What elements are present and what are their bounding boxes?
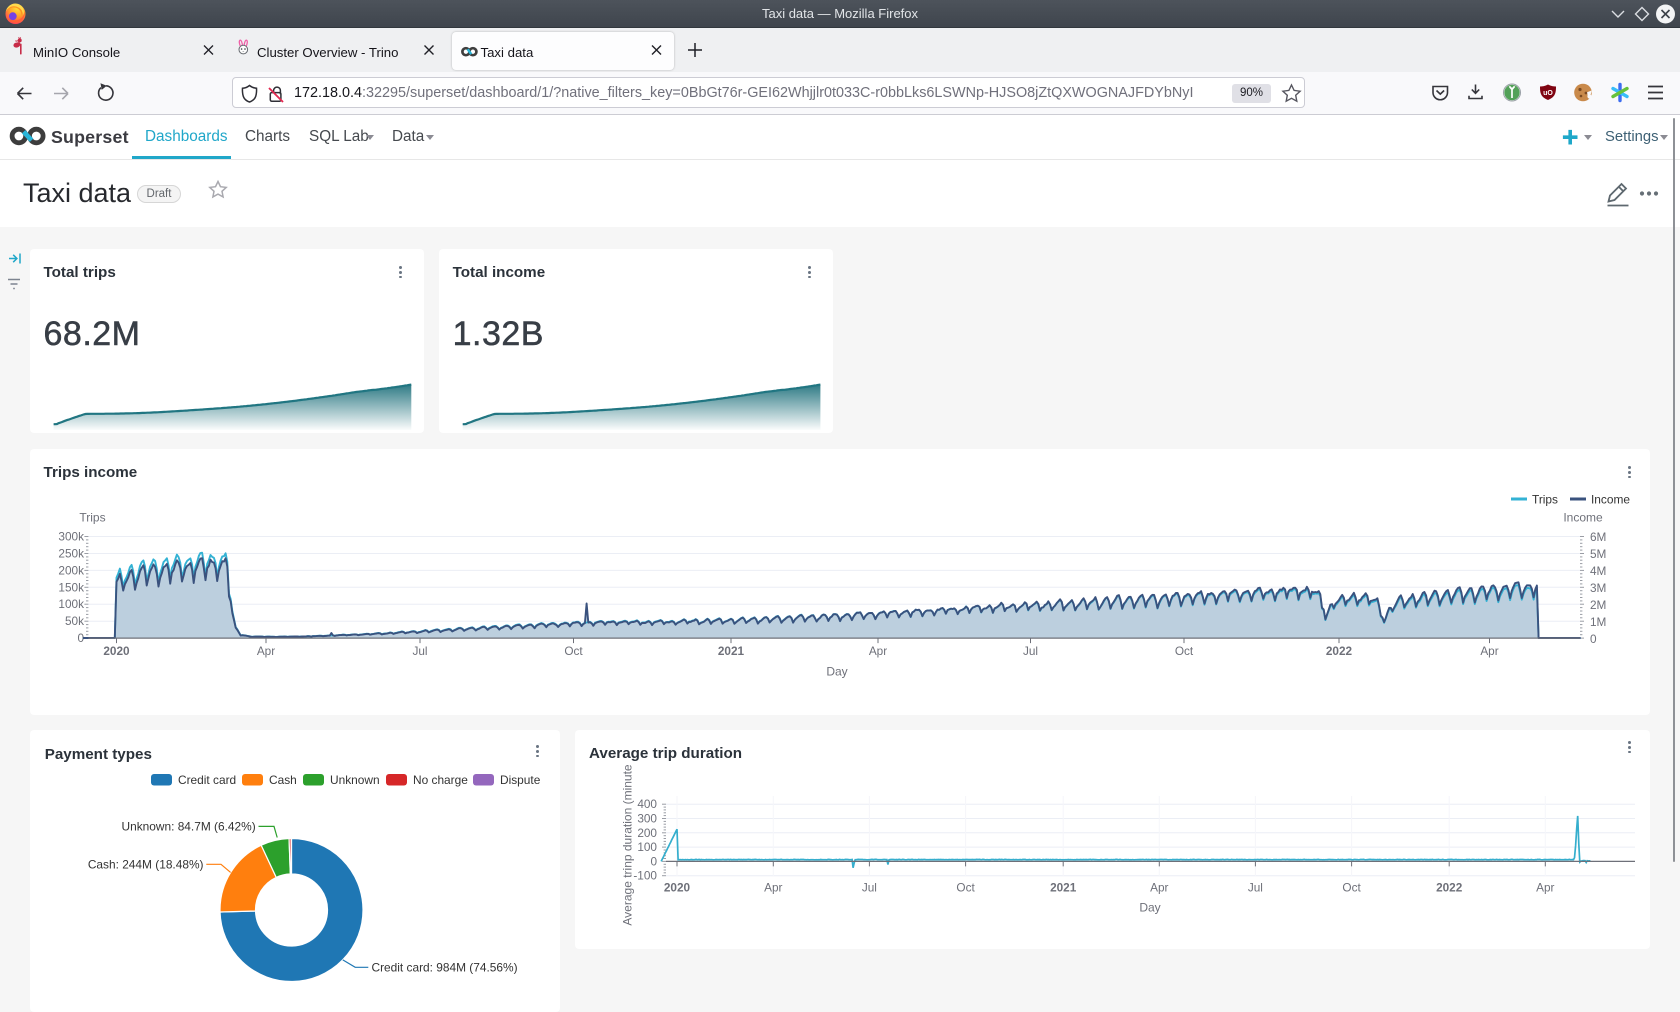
svg-text:Oct: Oct	[956, 881, 975, 895]
svg-text:200: 200	[637, 826, 657, 840]
svg-text:300: 300	[637, 812, 657, 826]
svg-text:Jul: Jul	[862, 881, 877, 895]
svg-text:400: 400	[637, 797, 657, 811]
svg-text:2022: 2022	[1436, 881, 1463, 895]
svg-text:Oct: Oct	[1342, 881, 1361, 895]
svg-text:2021: 2021	[1050, 881, 1077, 895]
svg-text:Apr: Apr	[764, 881, 782, 895]
svg-text:Average trinp duration (minute: Average trinp duration (minute	[621, 764, 635, 926]
svg-text:100: 100	[637, 840, 657, 854]
svg-text:Jul: Jul	[1248, 881, 1263, 895]
svg-text:Apr: Apr	[1150, 881, 1168, 895]
svg-text:-100: -100	[633, 869, 657, 883]
svg-text:0: 0	[650, 854, 657, 868]
svg-text:Apr: Apr	[1536, 881, 1554, 895]
svg-text:2020: 2020	[664, 881, 691, 895]
svg-text:Day: Day	[1139, 901, 1160, 915]
